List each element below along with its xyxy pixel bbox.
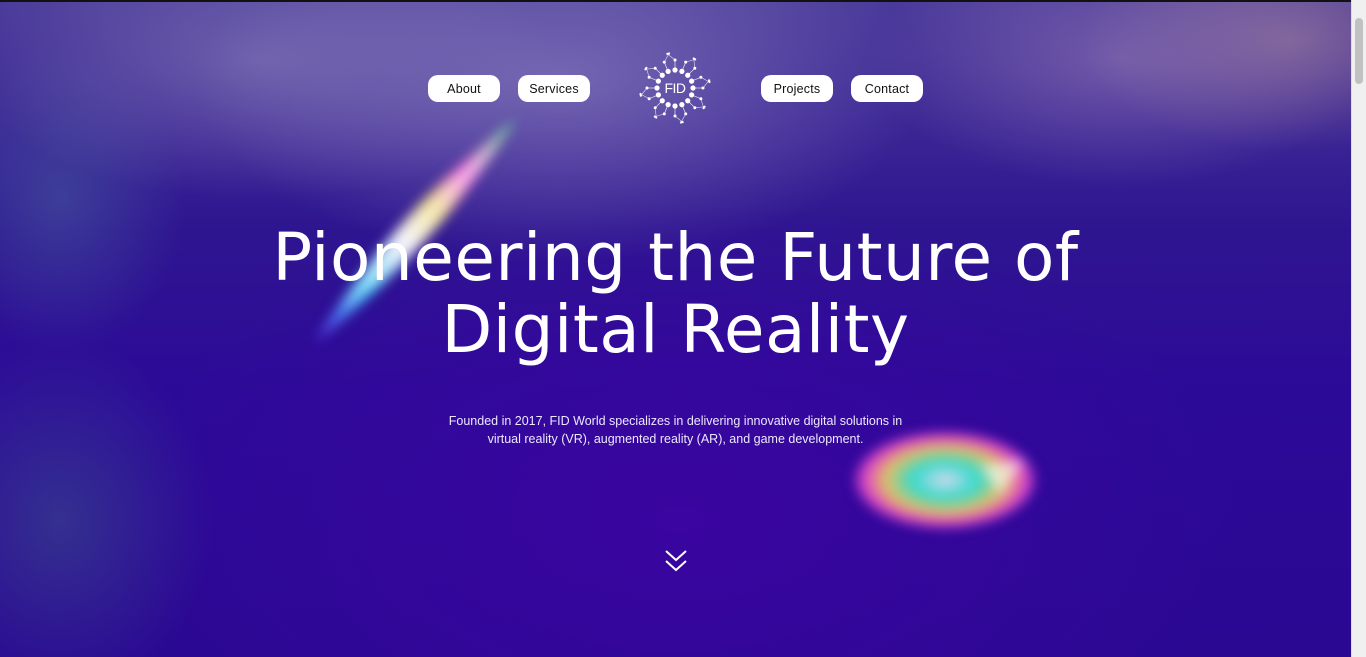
logo-text: FID <box>664 80 686 96</box>
hero-title-line-1: Pioneering the Future of <box>272 219 1079 296</box>
hero-description-line-1: Founded in 2017, FID World specializes i… <box>448 414 903 428</box>
hero-title: Pioneering the Future of Digital Reality <box>0 222 1351 366</box>
hero-description: Founded in 2017, FID World specializes i… <box>400 412 951 448</box>
hero-description-line-2: virtual reality (VR), augmented reality … <box>487 432 864 446</box>
nav-about-button[interactable]: About <box>428 75 500 102</box>
hero-page: About Services FID Projects Contact Pion… <box>0 0 1366 657</box>
nav-services-button[interactable]: Services <box>518 75 590 102</box>
double-chevron-down-icon[interactable] <box>664 548 688 574</box>
vertical-scrollbar[interactable] <box>1351 0 1366 657</box>
window-top-border <box>0 0 1366 2</box>
nav-contact-button[interactable]: Contact <box>851 75 923 102</box>
logo[interactable]: FID <box>637 50 713 126</box>
hero-title-line-2: Digital Reality <box>441 291 910 368</box>
scrollbar-thumb[interactable] <box>1355 18 1363 84</box>
nav-projects-button[interactable]: Projects <box>761 75 833 102</box>
